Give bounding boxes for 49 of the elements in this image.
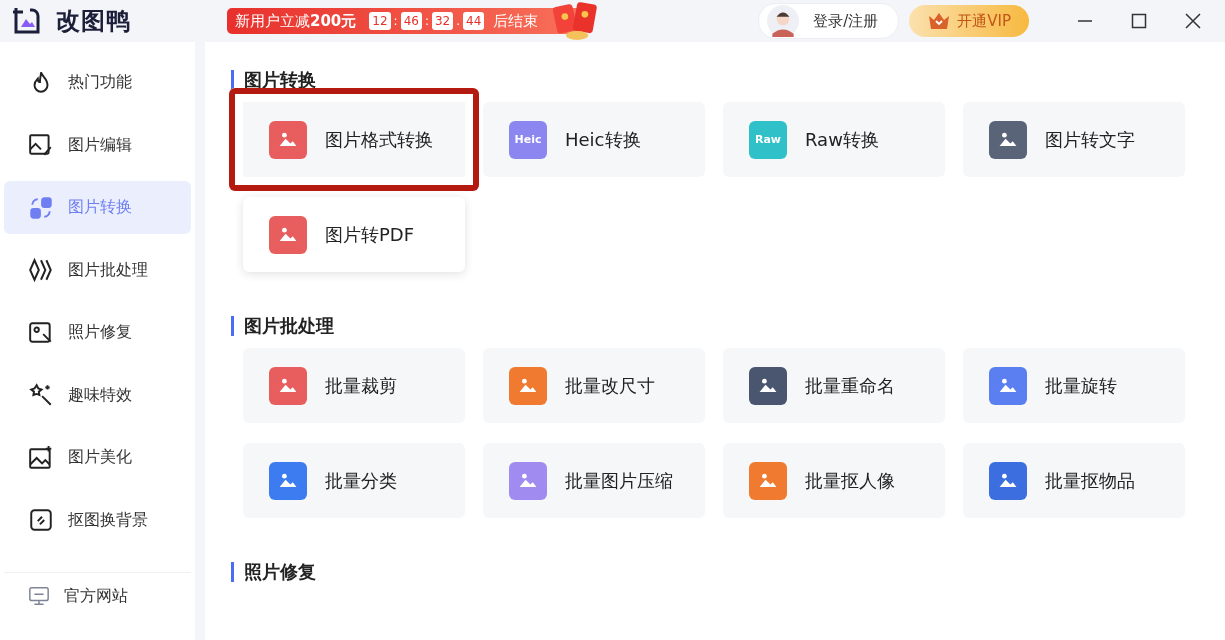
sidebar-item[interactable]: 图片编辑 [4, 118, 191, 172]
promo-suffix: 后结束 [493, 11, 539, 31]
tool-card[interactable]: 图片转PDF [243, 197, 465, 272]
tool-card[interactable]: 批量裁剪 [243, 348, 465, 423]
tool-card[interactable]: 图片转文字 [963, 102, 1185, 177]
sidebar-item[interactable]: 抠图换背景 [4, 493, 191, 547]
monitor-icon [28, 585, 50, 607]
tool-card[interactable]: 批量抠人像 [723, 443, 945, 518]
countdown-digits: 32 [431, 12, 454, 30]
countdown-separator: : [424, 14, 429, 28]
convert-icon [28, 194, 54, 221]
tool-card[interactable]: 批量分类 [243, 443, 465, 518]
tool-card[interactable]: 批量改尺寸 [483, 348, 705, 423]
tool-card[interactable]: 批量旋转 [963, 348, 1185, 423]
section-title: 图片批处理 [231, 316, 1225, 336]
chevrons-icon [28, 257, 54, 283]
tool-card[interactable]: Heic Heic转换 [483, 102, 705, 177]
sidebar-item[interactable]: 图片批处理 [4, 243, 191, 297]
tool-card[interactable]: 图片格式转换 [229, 88, 479, 191]
countdown-separator: . [456, 14, 461, 28]
countdown-digits: 44 [463, 12, 485, 30]
countdown-separator: : [393, 14, 398, 28]
maximize-icon[interactable] [1131, 13, 1147, 29]
logo-icon [12, 6, 42, 36]
magic-wand-icon [28, 382, 54, 408]
countdown-digits: 46 [400, 12, 422, 30]
image-edit-icon [28, 132, 54, 158]
slash-square-icon [28, 507, 54, 533]
photo-wrench-icon [28, 319, 54, 346]
tool-icon: Heic [509, 120, 547, 159]
login-button[interactable]: 登录/注册 [758, 3, 900, 39]
sidebar-item[interactable]: 照片修复 [4, 306, 191, 359]
tool-icon: Raw [749, 120, 787, 159]
crown-icon [927, 11, 952, 31]
sidebar-item[interactable]: 图片美化 [4, 431, 191, 484]
countdown-digits: 12 [369, 12, 391, 30]
close-icon[interactable] [1185, 13, 1201, 29]
website-link[interactable]: 官方网站 [4, 572, 191, 607]
app-name: 改图鸭 [56, 6, 131, 37]
sidebar-item[interactable]: 趣味特效 [4, 368, 191, 422]
sidebar-item[interactable]: 热门功能 [4, 56, 191, 109]
image-sparkle-icon [28, 444, 54, 471]
avatar-icon [767, 5, 800, 37]
tool-card[interactable]: 批量重命名 [723, 348, 945, 423]
section-title: 照片修复 [231, 562, 1225, 582]
tool-card[interactable]: 批量图片压缩 [483, 443, 705, 518]
promo-text: 新用户立减200元 [235, 11, 357, 31]
tool-card[interactable]: 批量抠物品 [963, 443, 1185, 518]
tool-card[interactable]: Raw Raw转换 [723, 102, 945, 177]
